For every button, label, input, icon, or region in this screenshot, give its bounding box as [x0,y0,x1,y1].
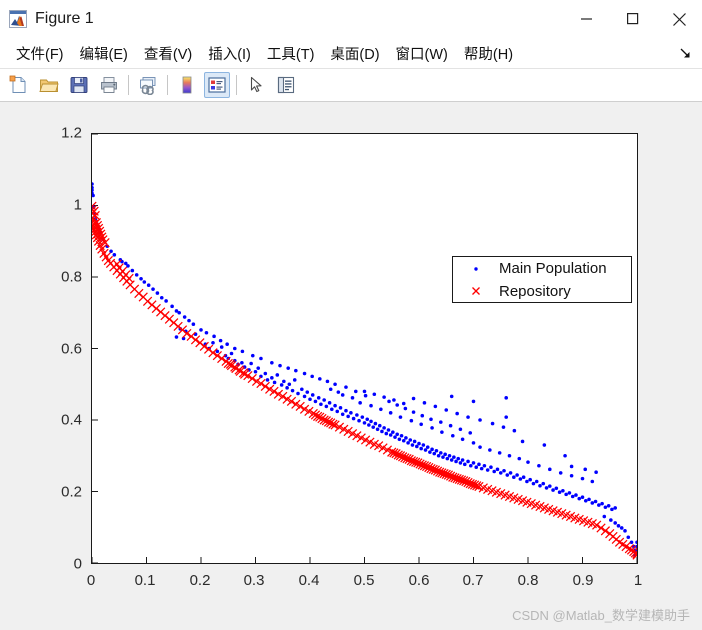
undock-arrow-icon[interactable] [678,45,694,61]
window-title: Figure 1 [35,10,94,27]
save-floppy-icon[interactable] [66,72,92,98]
y-tick-label: 1.2 [61,124,82,142]
legend-label-repository: Repository [499,283,571,300]
legend-label-main-population: Main Population [499,260,607,277]
open-folder-icon[interactable] [36,72,62,98]
matlab-membrane-icon [9,10,27,28]
legend-entry-main-population: Main Population [453,257,631,280]
toolbar-separator [128,75,129,95]
menu-item-help[interactable]: 帮助(H) [456,40,521,67]
y-tick-label: 1 [73,196,82,214]
title-bar: Figure 1 [0,0,702,38]
legend-marker-x [453,285,499,298]
y-tick-label: 0 [73,555,82,573]
x-tick-label: 0.9 [572,572,594,589]
x-tick-label: 0 [86,572,96,589]
menu-item-view[interactable]: 查看(V) [136,40,200,67]
toolbar-separator [236,75,237,95]
menu-item-desktop[interactable]: 桌面(D) [322,40,387,67]
y-tick-label: 0.2 [61,483,82,501]
x-tick-label: 0.1 [134,572,156,589]
x-tick-label: 0.2 [189,572,211,589]
x-tick-label: 0.4 [298,572,320,589]
menu-bar: 文件(F) 编辑(E) 查看(V) 插入(I) 工具(T) 桌面(D) 窗口(W… [0,38,702,69]
x-tick-label: 0.3 [243,572,265,589]
arrow-pointer-icon[interactable] [243,72,269,98]
figure-canvas: 0 0.2 0.4 0.6 0.8 1 1.2 0 0.1 0.2 0.3 0.… [0,102,702,630]
toolbar-separator [167,75,168,95]
scatter-plot [92,134,637,563]
x-tick-label: 0.8 [517,572,539,589]
chart-legend[interactable]: Main Population Repository [452,256,632,303]
menu-item-insert[interactable]: 插入(I) [200,40,259,67]
figure-window: Figure 1 文件(F) 编辑(E) 查看(V) 插入(I) 工具(T) 桌… [0,0,702,630]
window-controls [564,0,702,38]
y-tick-label: 0.8 [61,268,82,286]
menu-item-tools[interactable]: 工具(T) [259,40,323,67]
scatter-axes[interactable] [91,133,638,564]
x-tick-label: 1 [633,572,643,589]
minimize-button[interactable] [564,0,610,38]
y-tick-label: 0.6 [61,340,82,358]
colorbar-icon[interactable] [174,72,200,98]
menu-item-window[interactable]: 窗口(W) [388,40,456,67]
maximize-button[interactable] [610,0,656,38]
watermark-text: CSDN @Matlab_数学建模助手 [512,608,690,623]
legend-marker-dot [453,262,499,275]
close-button[interactable] [656,0,702,38]
x-tick-label: 0.7 [462,572,484,589]
figure-toolbar [0,69,702,102]
menu-item-edit[interactable]: 编辑(E) [72,40,136,67]
y-tick-label: 0.4 [61,411,82,429]
series-main-population [92,182,637,557]
link-plot-icon[interactable] [135,72,161,98]
legend-icon[interactable] [204,72,230,98]
property-inspector-icon[interactable] [273,72,299,98]
x-tick-label: 0.5 [353,572,375,589]
menu-item-file[interactable]: 文件(F) [8,40,72,67]
new-document-icon[interactable] [6,72,32,98]
x-tick-label: 0.6 [408,572,430,589]
legend-entry-repository: Repository [453,280,631,303]
printer-icon[interactable] [96,72,122,98]
